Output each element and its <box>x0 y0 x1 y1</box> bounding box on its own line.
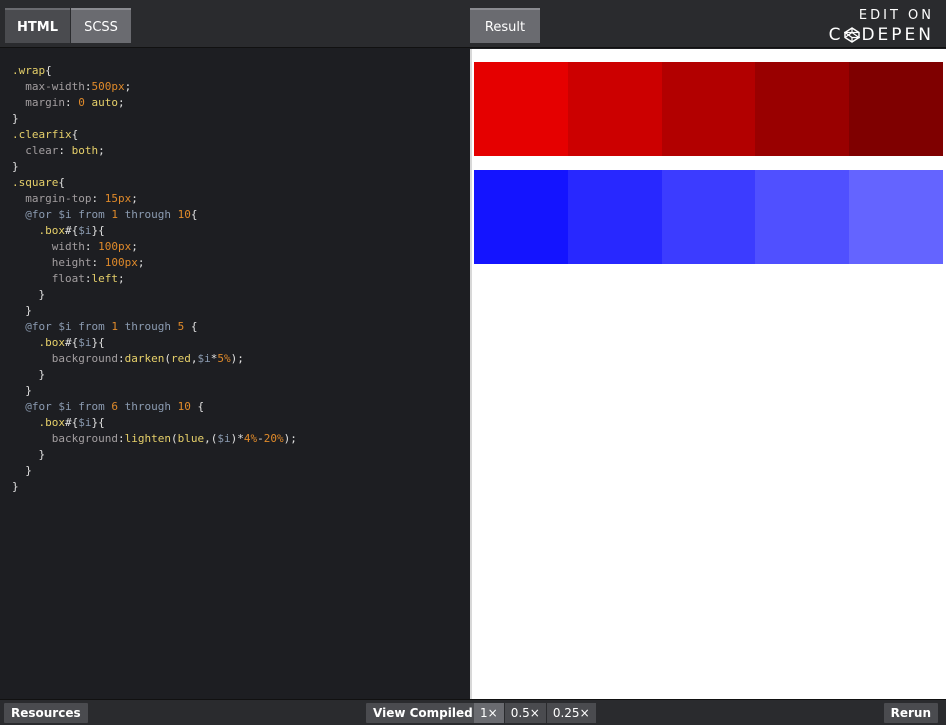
codepen-logo-prefix: C <box>828 25 844 45</box>
zoom-option[interactable]: 1× <box>474 703 504 723</box>
code-line: } <box>12 112 19 125</box>
code-line: } <box>38 368 46 381</box>
codepen-logo-suffix: DEPEN <box>861 25 934 45</box>
code-line: .box#{$i}{ <box>38 336 105 349</box>
code-line: float:left; <box>51 272 125 285</box>
zoom-option[interactable]: 0.5× <box>504 703 546 723</box>
blue-box-row <box>474 170 943 264</box>
code-line: .box#{$i}{ <box>38 416 105 429</box>
code-line: } <box>25 464 32 477</box>
code-line: } <box>12 480 19 493</box>
code-line: .box#{$i}{ <box>38 224 105 237</box>
code-line: @for $i from 6 through 10 { <box>25 400 205 413</box>
code-line: } <box>25 384 32 397</box>
red-box-3 <box>661 62 756 156</box>
code-line: height: 100px; <box>51 256 145 269</box>
code-line: .wrap{ <box>12 64 52 77</box>
blue-box-1 <box>474 170 568 264</box>
rerun-button[interactable]: Rerun <box>883 703 938 723</box>
code-line: clear: both; <box>25 144 105 157</box>
codepen-logo: C DEPEN <box>829 25 934 45</box>
edit-on-codepen-link[interactable]: EDIT ON C DEPEN <box>829 8 934 45</box>
red-box-1 <box>474 62 568 156</box>
tab-scss[interactable]: SCSS <box>71 8 131 43</box>
blue-box-5 <box>849 170 943 264</box>
code-line: background:lighten(blue,($i)*4%-20%); <box>51 432 297 445</box>
code-line: @for $i from 1 through 10{ <box>25 208 198 221</box>
code-line: width: 100px; <box>51 240 138 253</box>
tab-html[interactable]: HTML <box>5 8 70 43</box>
red-box-row <box>474 62 943 156</box>
code-line: margin: 0 auto; <box>25 96 125 109</box>
code-line: .clearfix{ <box>12 128 79 141</box>
blue-box-3 <box>661 170 756 264</box>
code-line: background:darken(red,$i*5%); <box>51 352 244 365</box>
codepen-cube-icon <box>844 27 861 43</box>
code-line: max-width:500px; <box>25 80 132 93</box>
zoom-option[interactable]: 0.25× <box>546 703 596 723</box>
code-line: @for $i from 1 through 5 { <box>25 320 198 333</box>
code-line: } <box>25 304 32 317</box>
code-line: .square{ <box>12 176 65 189</box>
code-line: } <box>38 288 46 301</box>
result-preview <box>470 49 946 699</box>
red-box-4 <box>755 62 850 156</box>
blue-box-2 <box>567 170 662 264</box>
scss-code-editor[interactable]: .wrap{ max-width:500px; margin: 0 auto;}… <box>0 49 470 699</box>
blue-box-4 <box>755 170 850 264</box>
footer-bar: Resources View Compiled 1× 0.5× 0.25× Reru… <box>0 699 946 725</box>
editor-header: HTML SCSS <box>0 0 470 48</box>
code-line: } <box>12 160 19 173</box>
resources-button[interactable]: Resources <box>4 703 88 723</box>
result-header: Result EDIT ON C DEPEN <box>470 0 946 48</box>
code-line: } <box>38 448 46 461</box>
zoom-selector: 1× 0.5× 0.25× <box>474 703 597 723</box>
red-box-5 <box>849 62 943 156</box>
code-line: margin-top: 15px; <box>25 192 138 205</box>
edit-on-label: EDIT ON <box>858 8 934 23</box>
red-box-2 <box>567 62 662 156</box>
view-compiled-button[interactable]: View Compiled <box>366 703 480 723</box>
tab-result[interactable]: Result <box>470 8 540 43</box>
